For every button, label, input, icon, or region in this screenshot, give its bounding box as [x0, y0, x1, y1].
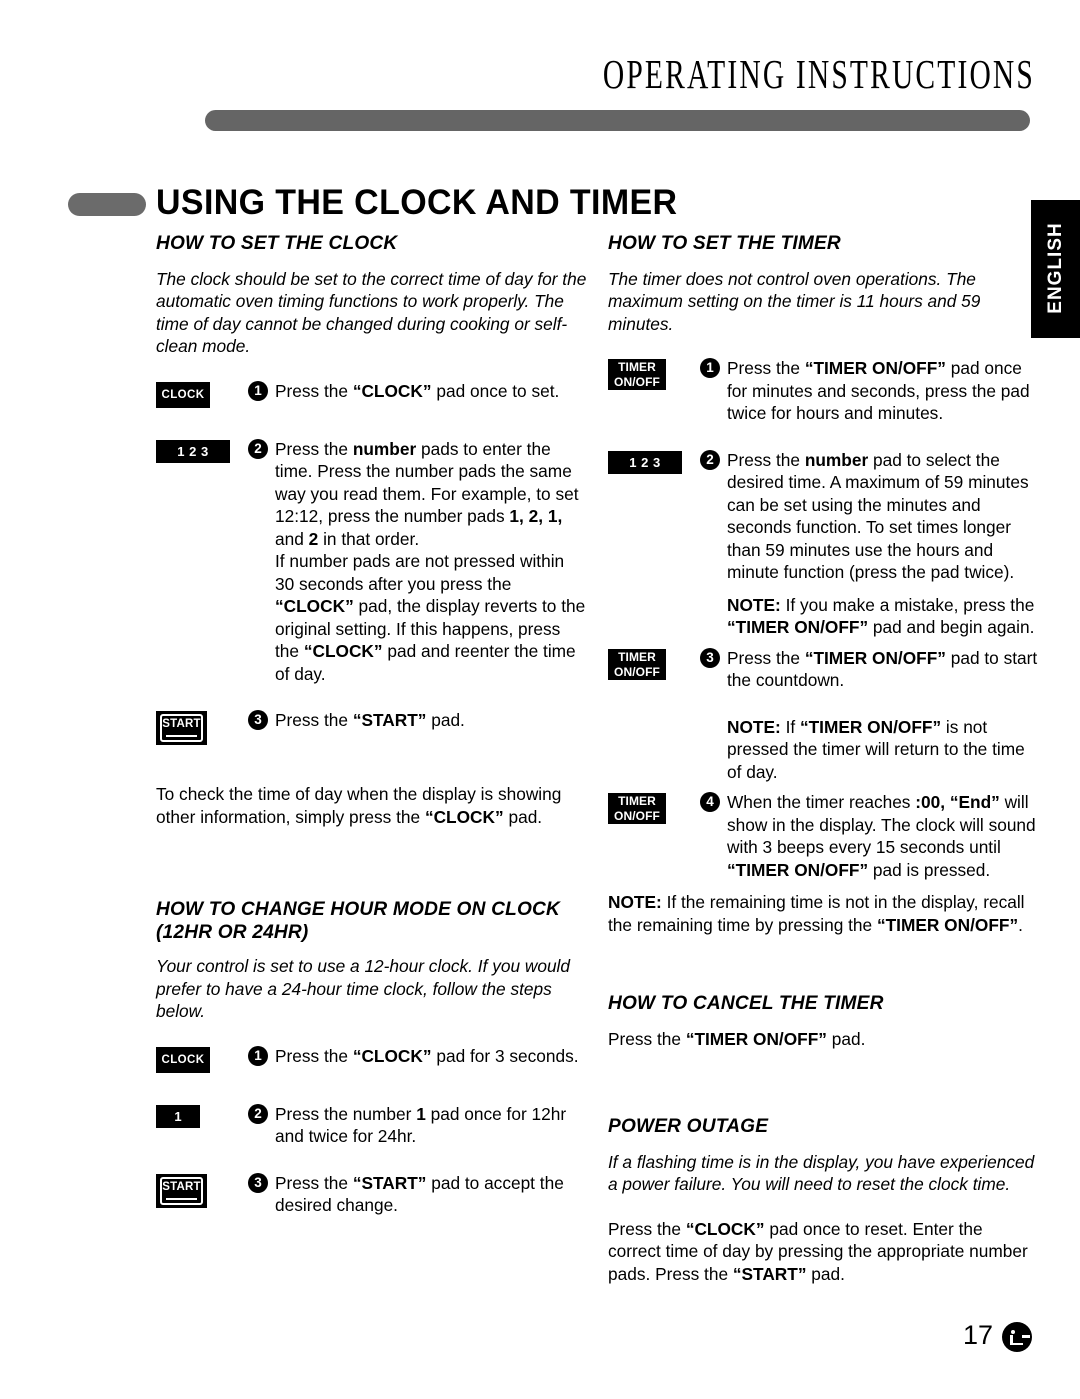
- step-number-badge: 1: [248, 380, 268, 401]
- timer-step-3-text: Press the “TIMER ON/OFF” pad to start th…: [727, 647, 1038, 691]
- timer-intro-text: The timer does not control oven operatio…: [608, 269, 981, 334]
- step-number-badge: 3: [248, 710, 268, 731]
- language-tab-label: ENGLISH: [1044, 222, 1066, 314]
- hour-mode-step-2: 1 2 Press the number 1 pad once for 12hr…: [156, 1103, 588, 1148]
- lg-logo: [1002, 1322, 1032, 1352]
- step-number-badge: 2: [248, 1103, 268, 1124]
- left-column: HOW TO SET THE CLOCK The clock should be…: [156, 232, 588, 1227]
- header-rule-bar: [205, 110, 1030, 131]
- start-pad-icon: START: [156, 1173, 207, 1208]
- timer-note-3: NOTE: If the remaining time is not in th…: [608, 892, 1025, 935]
- step-number-badge: 1: [700, 358, 720, 379]
- step-number-badge: 3: [700, 647, 720, 668]
- clock-step-2-text: Press the number pads to enter the time.…: [275, 438, 586, 684]
- timer-note-1: NOTE: If you make a mistake, press the “…: [727, 594, 1035, 638]
- section-title: USING THE CLOCK AND TIMER: [156, 183, 678, 222]
- timer-note-2: NOTE: If “TIMER ON/OFF” is not pressed t…: [727, 716, 1025, 782]
- page-number: 17: [963, 1320, 994, 1350]
- hour-mode-step-3-text: Press the “START” pad to accept the desi…: [275, 1172, 564, 1216]
- clock-step-3-text: Press the “START” pad.: [275, 710, 465, 731]
- power-outage-intro-text: If a flashing time is in the display, yo…: [608, 1151, 1035, 1195]
- timer-step-1: TIMER ON/OFF 1 Press the “TIMER ON/OFF” …: [608, 357, 1040, 424]
- timer-on-off-pad-icon: TIMER ON/OFF: [608, 648, 666, 681]
- clock-pad-icon: CLOCK: [156, 1046, 210, 1073]
- step-number-badge: 3: [248, 1172, 268, 1193]
- hour-mode-step-2-text: Press the number 1 pad once for 12hr and…: [275, 1103, 567, 1147]
- step-number-badge: 1: [248, 1045, 268, 1066]
- heading-how-to-change-hour-mode: HOW TO CHANGE HOUR MODE ON CLOCK (12HR OR…: [156, 898, 561, 944]
- number-pad-icon: 1 2 3: [156, 439, 230, 463]
- step-number-badge: 2: [700, 449, 720, 470]
- hour-mode-step-1-text: Press the “CLOCK” pad for 3 seconds.: [275, 1045, 579, 1066]
- clock-step-1-text: Press the “CLOCK” pad once to set.: [275, 380, 560, 401]
- chapter-title: OPERATING INSTRUCTIONS: [602, 51, 1035, 97]
- timer-step-2: 1 2 3 2 Press the number pad to select t…: [608, 449, 1040, 584]
- timer-step-1-text: Press the “TIMER ON/OFF” pad once for mi…: [727, 358, 1030, 424]
- clock-pad-icon: CLOCK: [156, 381, 210, 408]
- hour-mode-step-1: CLOCK 1 Press the “CLOCK” pad for 3 seco…: [156, 1045, 588, 1079]
- heading-how-to-set-the-timer: HOW TO SET THE TIMER: [608, 232, 841, 254]
- right-column: HOW TO SET THE TIMER The timer does not …: [608, 232, 1040, 1293]
- clock-step-1: CLOCK 1 Press the “CLOCK” pad once to se…: [156, 380, 588, 414]
- number-pad-icon: 1 2 3: [608, 450, 682, 474]
- timer-on-off-pad-icon: TIMER ON/OFF: [608, 359, 666, 391]
- hour-mode-step-3: START 3 Press the “START” pad to accept …: [156, 1172, 588, 1217]
- timer-step-4: TIMER ON/OFF 4 When the timer reaches :0…: [608, 791, 1040, 881]
- clock-check-time-text: To check the time of day when the displa…: [156, 784, 562, 827]
- manual-page: OPERATING INSTRUCTIONS ENGLISH USING THE…: [0, 0, 1080, 1399]
- heading-how-to-set-the-clock: HOW TO SET THE CLOCK: [156, 232, 398, 254]
- clock-step-3: START 3 Press the “START” pad.: [156, 709, 588, 746]
- heading-how-to-cancel-the-timer: HOW TO CANCEL THE TIMER: [608, 992, 884, 1015]
- clock-intro-text: The clock should be set to the correct t…: [156, 269, 587, 357]
- step-number-badge: 2: [248, 438, 268, 459]
- step-number-badge: 4: [700, 792, 720, 813]
- timer-step-2-text: Press the number pad to select the desir…: [727, 449, 1029, 583]
- heading-power-outage: POWER OUTAGE: [608, 1114, 769, 1137]
- timer-step-3: TIMER ON/OFF 3 Press the “TIMER ON/OFF” …: [608, 647, 1040, 692]
- number-one-pad-icon: 1: [156, 1104, 200, 1128]
- clock-step-2: 1 2 3 2 Press the number pads to enter t…: [156, 438, 588, 685]
- start-pad-icon: START: [156, 711, 207, 746]
- timer-on-off-pad-icon: TIMER ON/OFF: [608, 793, 666, 825]
- section-bullet-pill: [68, 193, 146, 216]
- timer-step-4-text: When the timer reaches :00, “End” will s…: [727, 792, 1036, 880]
- cancel-timer-text: Press the “TIMER ON/OFF” pad.: [608, 1029, 866, 1050]
- hour-mode-intro-text: Your control is set to use a 12-hour clo…: [156, 956, 571, 1022]
- power-outage-body-text: Press the “CLOCK” pad once to reset. Ent…: [608, 1218, 1028, 1284]
